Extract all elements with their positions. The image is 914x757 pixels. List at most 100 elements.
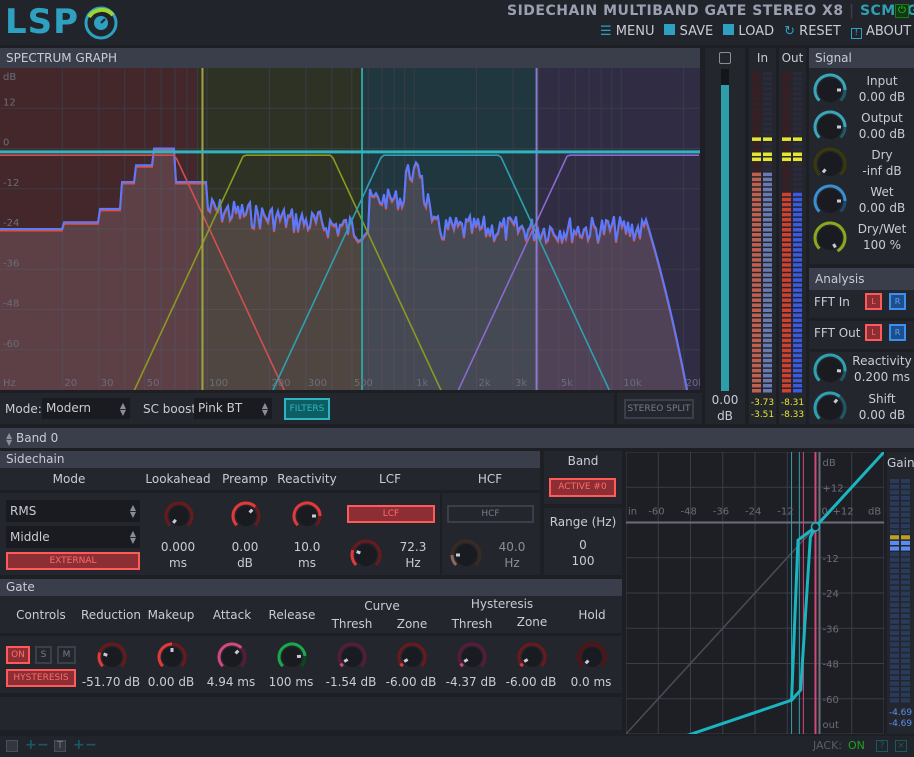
meter-segment (782, 152, 791, 157)
meter-segment (752, 112, 761, 116)
gate-solo-button[interactable]: S (35, 646, 52, 664)
font-zoom-in-icon[interactable]: + (73, 737, 85, 753)
transfer-curve-graph[interactable]: in -60 -48 -36 -24 -12 0 +12 dB dB +12 -12 -24 -36 -48… (626, 452, 884, 734)
filters-button[interactable]: FILTERS (284, 398, 330, 420)
gate-reduction-knob[interactable] (96, 641, 128, 673)
reset-button[interactable]: ↻ RESET (784, 24, 841, 42)
fft-in-right-button[interactable]: R (889, 293, 906, 310)
sc-source-select[interactable]: Middle ▲ ▼ (6, 526, 140, 548)
meter-segment (793, 147, 802, 151)
empty-panel (0, 697, 622, 730)
meter-segment (901, 540, 910, 545)
signal-knob-wet[interactable] (812, 183, 848, 219)
fft-out-left-button[interactable]: L (865, 324, 882, 341)
meter-segment (763, 222, 772, 227)
hcf-button[interactable]: HCF (447, 505, 534, 523)
y-tick-label: -12 (823, 554, 839, 565)
lcf-unit: Hz (405, 556, 421, 570)
meter-segment (752, 368, 761, 373)
gate-release-knob[interactable] (276, 641, 308, 673)
signal-knob-input[interactable] (812, 72, 848, 108)
signal-knob-dry-wet[interactable] (812, 220, 848, 256)
close-icon[interactable]: × (895, 740, 907, 752)
gate-curve-thresh-knob[interactable] (336, 641, 368, 673)
about-button[interactable]: ! ABOUT (850, 24, 911, 42)
signal-knob-dry[interactable] (812, 146, 848, 182)
sc-reactivity-knob[interactable] (291, 500, 323, 532)
meter-segment (752, 162, 761, 167)
meter-segment (752, 107, 761, 111)
hz-tick-label: 20k (686, 378, 700, 389)
gate-hyst-thresh-knob[interactable] (456, 641, 488, 673)
meter-segment (752, 293, 761, 297)
meter-segment (901, 563, 910, 568)
active-band-button[interactable]: ACTIVE #0 (549, 478, 616, 497)
hysteresis-button[interactable]: HYSTERESIS (6, 669, 76, 687)
mode-select[interactable]: Modern ▲ ▼ (42, 398, 130, 419)
hcf-value: 40.0 (498, 540, 526, 554)
gate-curve-zone-knob[interactable] (396, 641, 428, 673)
gate-mute-button[interactable]: M (57, 646, 76, 664)
font-zoom-out-icon[interactable]: − (85, 737, 97, 753)
fft-in-left-button[interactable]: L (865, 293, 882, 310)
sc-boost-select[interactable]: Pink BT ▲ ▼ (194, 398, 272, 419)
gate-on-button[interactable]: ON (6, 646, 30, 664)
zoom-icon[interactable] (719, 52, 731, 64)
meter-segment (752, 233, 761, 237)
external-button[interactable]: EXTERNAL (6, 552, 140, 570)
band-selector[interactable]: ▲ ▼ Band 0 (0, 428, 914, 448)
meter-segment (890, 659, 899, 664)
hcf-knob[interactable] (449, 538, 483, 572)
meter-segment (763, 157, 772, 162)
save-button[interactable]: SAVE (664, 24, 713, 42)
gate-makeup-knob[interactable] (156, 641, 188, 673)
ui-zoom-out-icon[interactable]: − (37, 737, 49, 753)
x-tick-label: +12 (833, 507, 854, 518)
lookahead-knob[interactable] (163, 500, 195, 532)
load-button[interactable]: LOAD (723, 24, 774, 42)
menu-button[interactable]: ☰ MENU (600, 24, 654, 42)
meter-segment (793, 273, 802, 277)
meter-segment (782, 273, 791, 277)
analysis-knob-shift[interactable] (812, 390, 848, 426)
meter-segment (763, 303, 772, 307)
power-button[interactable]: ⏻ (895, 4, 909, 18)
stereo-split-button[interactable]: STEREO SPLIT (624, 399, 694, 419)
meter-segment (890, 602, 899, 607)
font-size-icon[interactable]: T (54, 740, 66, 752)
meter-segment (763, 167, 772, 172)
lcf-knob[interactable] (349, 538, 383, 572)
ui-zoom-in-icon[interactable]: + (25, 737, 37, 753)
gate-hold-knob[interactable] (576, 641, 608, 673)
meter-segment (763, 182, 772, 187)
window-size-icon[interactable] (6, 740, 18, 752)
meter-segment (793, 72, 802, 76)
meter-segment (763, 197, 772, 202)
level-meter-track[interactable] (721, 69, 729, 391)
meter-segment (763, 278, 772, 282)
analysis-knob-reactivity[interactable] (812, 352, 848, 388)
lcf-button[interactable]: LCF (347, 505, 435, 523)
preamp-knob[interactable] (230, 500, 262, 532)
help-icon[interactable]: ? (876, 740, 888, 752)
meter-segment (793, 293, 802, 297)
signal-knob-output[interactable] (812, 109, 848, 145)
sc-mode-select[interactable]: RMS ▲ ▼ (6, 500, 140, 522)
meter-segment (782, 233, 791, 237)
meter-segment (752, 127, 761, 131)
meter-segment (782, 117, 791, 121)
meter-segment (752, 147, 761, 151)
meter-segment (890, 507, 899, 512)
meter-segment (782, 253, 791, 257)
meter-segment (793, 197, 802, 202)
meter-segment (901, 591, 910, 596)
fft-out-right-button[interactable]: R (889, 324, 906, 341)
gate-attack-knob[interactable] (216, 641, 248, 673)
spectrum-graph[interactable]: dB 12 0 -12 -24 -36 -48 -60 Hz 20 30 50 100 200 300 500… (0, 68, 700, 390)
meter-segment (752, 378, 761, 383)
meter-segment (890, 495, 899, 500)
gate-hyst-zone-value: -6.00 dB (505, 675, 557, 689)
gate-hyst-zone-knob[interactable] (516, 641, 548, 673)
meter-segment (782, 338, 791, 343)
meter-segment (763, 373, 772, 378)
